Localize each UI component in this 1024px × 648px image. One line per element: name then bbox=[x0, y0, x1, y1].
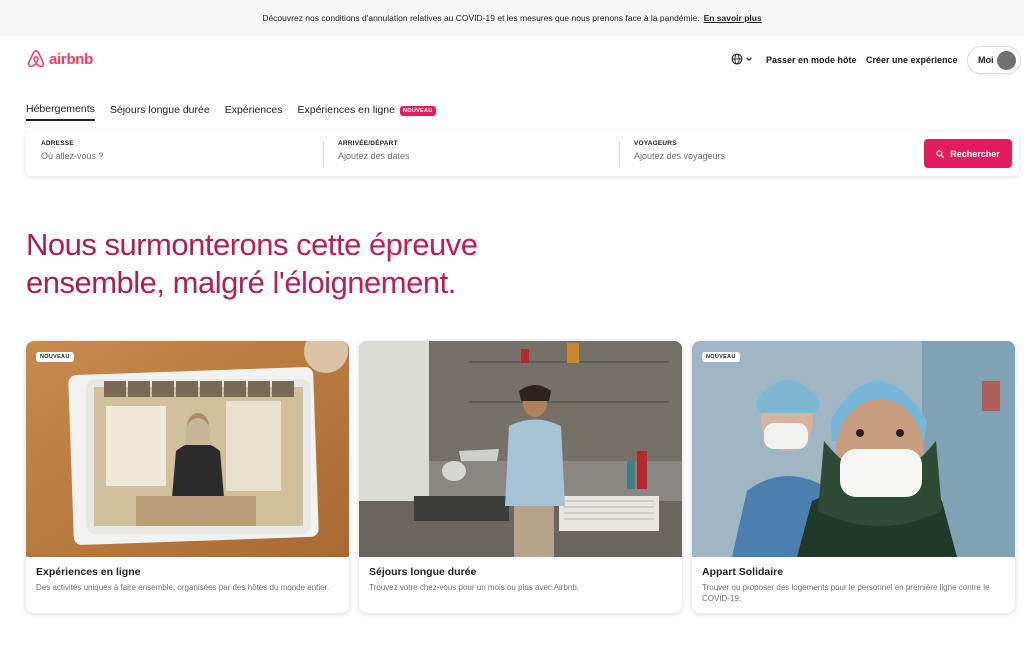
globe-icon bbox=[731, 53, 743, 65]
address-label: ADRESSE bbox=[41, 140, 74, 147]
avatar bbox=[997, 51, 1016, 70]
dates-placeholder: Ajoutez des dates bbox=[338, 151, 410, 161]
create-experience-link[interactable]: Créer une expérience bbox=[866, 55, 958, 65]
card-description: Trouvez votre chez-vous pour un mois ou … bbox=[369, 583, 580, 592]
card-description: Trouver ou proposer des logements pour l… bbox=[702, 583, 990, 603]
online-experiences-photo bbox=[26, 341, 349, 557]
address-placeholder: Où allez-vous ? bbox=[41, 151, 104, 161]
tab-experiences-en-ligne[interactable]: Expériences en ligne NOUVEAU bbox=[297, 104, 436, 120]
airbnb-belo-icon bbox=[27, 50, 45, 68]
profile-label: Moi bbox=[978, 55, 994, 65]
language-selector[interactable] bbox=[731, 53, 753, 65]
card-title: Séjours longue durée bbox=[369, 566, 477, 578]
home-logo-link[interactable]: airbnb bbox=[26, 49, 93, 69]
dates-field[interactable]: ARRIVÉE/DÉPART Ajoutez des dates bbox=[338, 140, 618, 168]
new-badge: NOUVEAU bbox=[702, 352, 740, 362]
banner-text: Découvrez nos conditions d'annulation re… bbox=[262, 13, 700, 23]
covid-banner: Découvrez nos conditions d'annulation re… bbox=[0, 0, 1024, 36]
search-bar: ADRESSE Où allez-vous ? ARRIVÉE/DÉPART A… bbox=[26, 132, 1019, 176]
become-host-link[interactable]: Passer en mode hôte bbox=[766, 55, 857, 65]
logo-text: airbnb bbox=[49, 50, 94, 68]
card-title: Expériences en ligne bbox=[36, 566, 141, 578]
dates-label: ARRIVÉE/DÉPART bbox=[338, 140, 398, 147]
magnifier-icon bbox=[936, 149, 945, 158]
card-long-stays[interactable]: Séjours longue durée Trouvez votre chez-… bbox=[359, 341, 682, 613]
new-badge: NOUVEAU bbox=[36, 352, 74, 362]
card-frontline-stays[interactable]: NOUVEAU Appart Solidaire Trouver ou prop… bbox=[692, 341, 1015, 613]
headline-line-1: Nous surmonterons cette épreuve bbox=[26, 227, 478, 262]
profile-menu-button[interactable]: Moi bbox=[967, 46, 1021, 74]
headline-line-2: ensemble, malgré l'éloignement. bbox=[26, 265, 456, 300]
guests-label: VOYAGEURS bbox=[634, 140, 677, 147]
tab-experiences[interactable]: Expériences bbox=[225, 104, 283, 120]
tab-hebergements[interactable]: Hébergements bbox=[26, 103, 95, 121]
new-badge: NOUVEAU bbox=[399, 106, 436, 116]
card-online-experiences[interactable]: NOUVEAU Expériences en ligne Des activit… bbox=[26, 341, 349, 613]
tab-label: Expériences en ligne bbox=[297, 104, 395, 116]
guests-placeholder: Ajoutez des voyageurs bbox=[634, 151, 726, 161]
header: airbnb Passer en mode hôte Créer une exp… bbox=[0, 36, 1024, 86]
card-title: Appart Solidaire bbox=[702, 566, 784, 578]
card-description: Des activités uniques à faire ensemble, … bbox=[36, 583, 330, 592]
search-button[interactable]: Rechercher bbox=[924, 139, 1012, 168]
divider bbox=[323, 141, 324, 167]
chevron-down-icon bbox=[746, 57, 752, 62]
banner-learn-more-link[interactable]: En savoir plus bbox=[704, 13, 762, 23]
frontline-stays-photo bbox=[692, 341, 1015, 557]
page-headline: Nous surmonterons cette épreuve ensemble… bbox=[26, 226, 626, 302]
long-stays-photo bbox=[359, 341, 682, 557]
divider bbox=[619, 141, 620, 167]
search-button-label: Rechercher bbox=[950, 148, 1000, 159]
address-field[interactable]: ADRESSE Où allez-vous ? bbox=[41, 140, 321, 168]
tab-sejours-longue-duree[interactable]: Séjours longue durée bbox=[110, 104, 210, 120]
category-tabs: Hébergements Séjours longue durée Expéri… bbox=[26, 103, 451, 121]
guests-field[interactable]: VOYAGEURS Ajoutez des voyageurs bbox=[634, 140, 914, 168]
